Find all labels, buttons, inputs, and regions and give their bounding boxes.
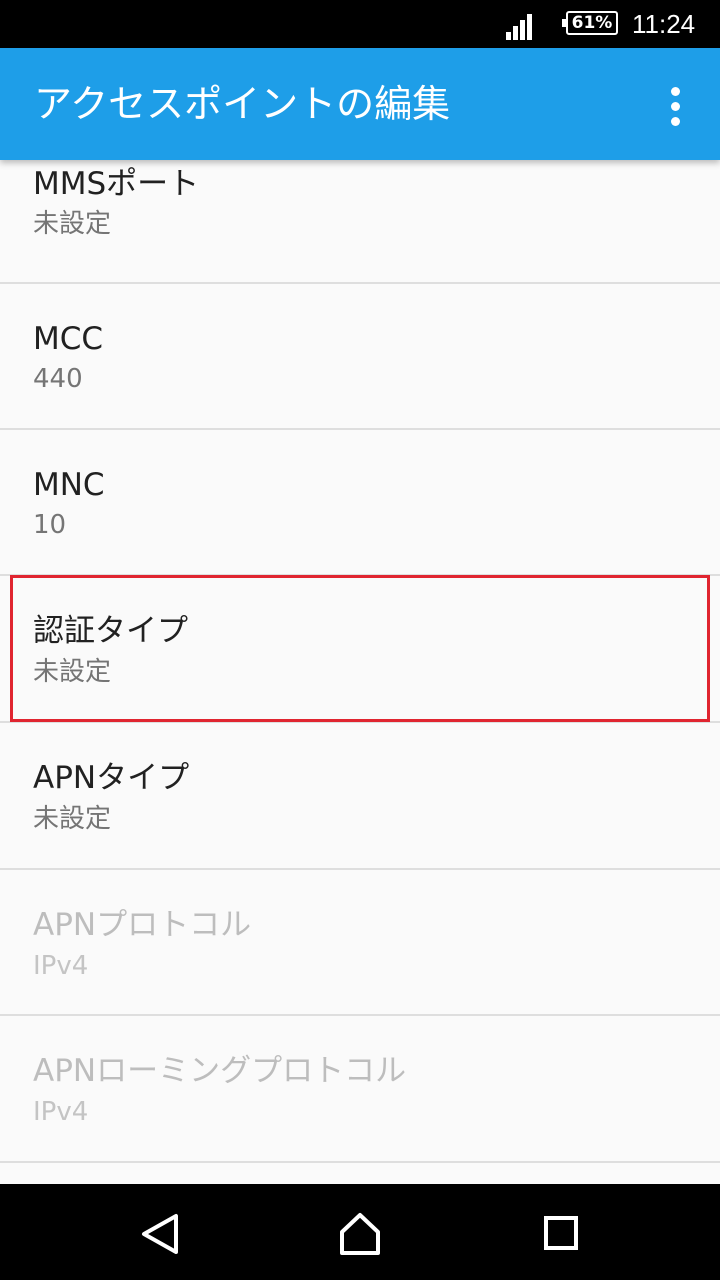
setting-title: APNローミングプロトコル <box>33 1053 407 1089</box>
setting-value: 440 <box>33 364 83 394</box>
navigation-bar <box>0 1184 720 1280</box>
setting-title: MCC <box>33 321 104 357</box>
highlight-frame <box>10 575 710 722</box>
signal-strength-icon <box>506 14 532 40</box>
setting-apn-protocol: APNプロトコル IPv4 <box>0 870 720 1016</box>
battery-indicator: 61% <box>562 11 618 35</box>
page-title: アクセスポイントの編集 <box>34 82 451 126</box>
recents-square-icon[interactable] <box>524 1198 596 1270</box>
setting-value: 未設定 <box>33 209 112 239</box>
setting-title: MNC <box>33 467 105 503</box>
setting-mcc[interactable]: MCC 440 <box>0 284 720 430</box>
setting-mnc[interactable]: MNC 10 <box>0 430 720 576</box>
setting-value: IPv4 <box>33 1097 89 1127</box>
setting-value: 10 <box>33 510 67 540</box>
more-vert-icon[interactable] <box>652 78 700 134</box>
setting-apn-type[interactable]: APNタイプ 未設定 <box>0 724 720 870</box>
setting-value: IPv4 <box>33 951 89 981</box>
setting-title: MMSポート <box>33 166 200 202</box>
setting-mms-port[interactable]: MMSポート 未設定 <box>0 160 720 284</box>
home-icon[interactable] <box>324 1198 396 1270</box>
status-time: 11:24 <box>632 9 696 39</box>
setting-apn-roaming-protocol: APNローミングプロトコル IPv4 <box>0 1017 720 1163</box>
setting-title: APNタイプ <box>33 760 190 796</box>
app-bar: アクセスポイントの編集 <box>0 48 720 160</box>
status-bar: 61% 11:24 <box>0 0 720 48</box>
setting-title: APNプロトコル <box>33 907 252 943</box>
setting-value: 未設定 <box>33 804 112 834</box>
back-triangle-icon[interactable] <box>124 1198 196 1270</box>
